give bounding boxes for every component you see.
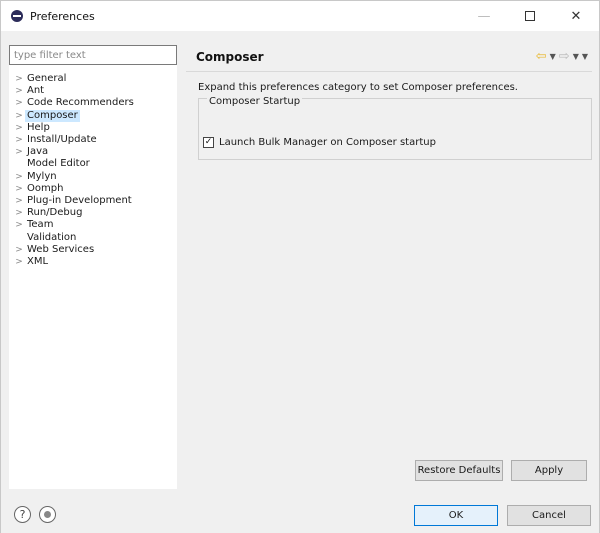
minimize-button[interactable]: — [461,1,507,31]
tree-item-label: Validation [27,231,77,243]
tree-item[interactable]: > Code Recommenders [9,97,177,109]
tree-item[interactable]: > Mylyn [9,171,177,183]
cancel-button[interactable]: Cancel [507,505,591,526]
chevron-right-icon[interactable]: > [9,146,25,158]
maximize-icon [525,11,535,21]
tips-icon[interactable] [39,506,56,523]
tree-item-label: Mylyn [27,170,57,182]
tree-item[interactable]: > Plug-in Development [9,195,177,207]
chevron-right-icon[interactable]: > [9,73,25,85]
tree-item[interactable]: > Oomph [9,183,177,195]
tree-item[interactable]: > Ant [9,85,177,97]
chevron-right-icon[interactable]: > [9,195,25,207]
back-history-dropdown-icon[interactable]: ▼ [550,52,556,61]
chevron-right-icon: > [9,158,25,170]
chevron-right-icon[interactable]: > [9,110,25,122]
tree-item-label: Install/Update [27,134,97,146]
tree-item-label: XML [27,255,49,267]
tree-item[interactable]: > Help [9,122,177,134]
close-button[interactable]: ✕ [553,1,599,31]
tree-item[interactable]: > Team [9,219,177,231]
tree-item-label: Oomph [27,182,64,194]
tree-item-label: Plug-in Development [27,194,132,206]
chevron-right-icon[interactable]: > [9,97,25,109]
launch-bulk-manager-option[interactable]: ✓ Launch Bulk Manager on Composer startu… [203,137,436,148]
preference-tree-panel: >General>Ant>Code Recommenders>Composer>… [9,45,177,489]
ok-button[interactable]: OK [414,505,498,526]
tree-item[interactable]: > Install/Update [9,134,177,146]
chevron-right-icon[interactable]: > [9,256,25,268]
chevron-right-icon[interactable]: > [9,85,25,97]
restore-defaults-button[interactable]: Restore Defaults [415,460,503,481]
filter-input[interactable] [9,45,177,65]
forward-history-dropdown-icon[interactable]: ▼ [573,52,579,61]
tree-item-label: Run/Debug [27,207,83,219]
window-title: Preferences [30,9,95,23]
apply-button[interactable]: Apply [511,460,587,481]
tree-item-label: Team [27,219,54,231]
tree-item[interactable]: > General [9,73,177,85]
tree-item-label: Web Services [27,243,95,255]
page-header: Composer ⇦ ▼ ⇨ ▼ ▼ [186,45,592,69]
preference-page: Composer ⇦ ▼ ⇨ ▼ ▼ Expand this preferenc… [186,45,592,489]
navigation-arrows: ⇦ ▼ ⇨ ▼ ▼ [536,49,588,64]
view-menu-icon[interactable]: ▼ [582,52,588,61]
tree-item[interactable]: >Validation [9,231,177,243]
chevron-right-icon[interactable]: > [9,183,25,195]
preference-tree: > General > Ant > Code Recommenders > Composer >… [9,73,177,268]
launch-bulk-manager-label[interactable]: Launch Bulk Manager on Composer startup [219,137,436,148]
page-title: Composer [196,50,264,64]
eclipse-icon [11,10,23,22]
group-title: Composer Startup [207,96,303,107]
chevron-right-icon[interactable]: > [9,244,25,256]
forward-arrow-icon[interactable]: ⇨ [559,49,570,64]
header-separator [186,71,592,72]
chevron-right-icon[interactable]: > [9,122,25,134]
tree-item-label: Ant [27,85,45,97]
chevron-right-icon[interactable]: > [9,207,25,219]
preferences-window: Preferences — ✕ >General>Ant>Code Recomm… [0,0,600,533]
tree-item-label: Help [27,121,50,133]
tree-item-label: Model Editor [27,158,90,170]
tree-item-label: Java [27,146,49,158]
chevron-right-icon[interactable]: > [9,134,25,146]
tree-item[interactable]: > Web Services [9,244,177,256]
tree-item[interactable]: >Model Editor [9,158,177,170]
help-icon[interactable]: ? [14,506,31,523]
tree-item[interactable]: > Java [9,146,177,158]
back-arrow-icon[interactable]: ⇦ [536,49,547,64]
tree-item-label: Composer [25,109,80,122]
chevron-right-icon[interactable]: > [9,219,25,231]
page-description: Expand this preferences category to set … [198,82,518,93]
tree-item[interactable]: > XML [9,256,177,268]
tree-item-label: Code Recommenders [27,97,134,109]
launch-bulk-manager-checkbox[interactable]: ✓ [203,137,214,148]
window-controls: — ✕ [461,1,599,31]
chevron-right-icon[interactable]: > [9,171,25,183]
dialog-footer: ? OK Cancel [1,497,599,533]
tree-item[interactable]: > Composer [9,109,177,122]
maximize-button[interactable] [507,1,553,31]
chevron-right-icon: > [9,232,25,244]
title-bar[interactable]: Preferences — ✕ [1,1,599,31]
tree-item[interactable]: > Run/Debug [9,207,177,219]
composer-startup-group: Composer Startup ✓ Launch Bulk Manager o… [198,96,592,160]
tree-item-label: General [27,73,67,85]
